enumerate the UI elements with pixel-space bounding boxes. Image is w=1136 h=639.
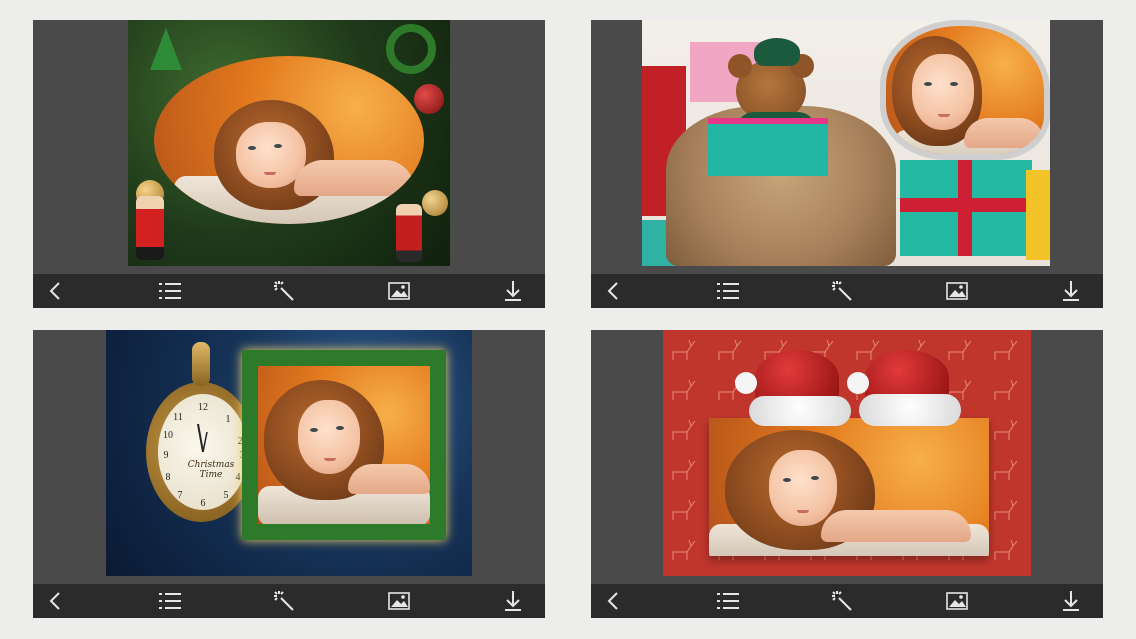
image-icon[interactable] [945,589,969,613]
image-icon[interactable] [945,279,969,303]
child-portrait [154,56,424,224]
child-portrait [709,418,989,556]
photo-christmas-tree [128,20,450,266]
ornament [422,190,448,216]
editor-toolbar [33,274,545,308]
svg-text:9: 9 [164,450,169,461]
clock-caption-line1: Christmas [187,460,235,470]
editor-toolbar [591,274,1103,308]
list-icon[interactable] [716,279,740,303]
svg-text:8: 8 [166,472,171,483]
frame-preview-teddy-gifts [591,20,1103,308]
download-icon[interactable] [501,589,525,613]
santa-hat-left [735,344,855,434]
editor-toolbar [591,584,1103,618]
list-icon[interactable] [716,589,740,613]
magic-wand-icon[interactable] [272,279,296,303]
frame-preview-santa-hats [591,330,1103,618]
back-icon[interactable] [601,589,625,613]
frame-preview-pocket-watch: 12 1 2 345 678 9 10 11 Christmas Time [33,330,545,618]
clock-caption-line2: Time [199,470,223,480]
image-icon[interactable] [387,589,411,613]
child-portrait [886,26,1044,154]
child-portrait [258,366,430,524]
gift-box-teal [708,118,828,176]
gift-box-teal-large [900,160,1032,256]
magic-wand-icon[interactable] [830,279,854,303]
svg-text:10: 10 [163,430,173,441]
svg-text:7: 7 [178,490,183,501]
clock-caption: Christmas Time [176,460,246,480]
svg-text:6: 6 [201,498,206,509]
svg-text:12: 12 [198,402,208,413]
pocket-watch: 12 1 2 345 678 9 10 11 Christmas Time [146,342,256,522]
garland-frame [242,350,446,540]
list-icon[interactable] [158,589,182,613]
magic-wand-icon[interactable] [272,589,296,613]
gift-box-yellow [1026,170,1050,260]
magic-wand-icon[interactable] [830,589,854,613]
editor-toolbar [33,584,545,618]
photo-teddy-gifts [642,20,1050,266]
image-icon[interactable] [387,279,411,303]
svg-text:11: 11 [173,412,183,423]
download-icon[interactable] [501,279,525,303]
santa-hat-right [847,344,971,434]
svg-text:1: 1 [226,414,231,425]
back-icon[interactable] [43,589,67,613]
photo-pocket-watch: 12 1 2 345 678 9 10 11 Christmas Time [106,330,472,576]
photo-santa-hats [663,330,1031,576]
download-icon[interactable] [1059,589,1083,613]
svg-text:5: 5 [224,490,229,501]
back-icon[interactable] [601,279,625,303]
frame-preview-christmas-tree [33,20,545,308]
list-icon[interactable] [158,279,182,303]
download-icon[interactable] [1059,279,1083,303]
back-icon[interactable] [43,279,67,303]
